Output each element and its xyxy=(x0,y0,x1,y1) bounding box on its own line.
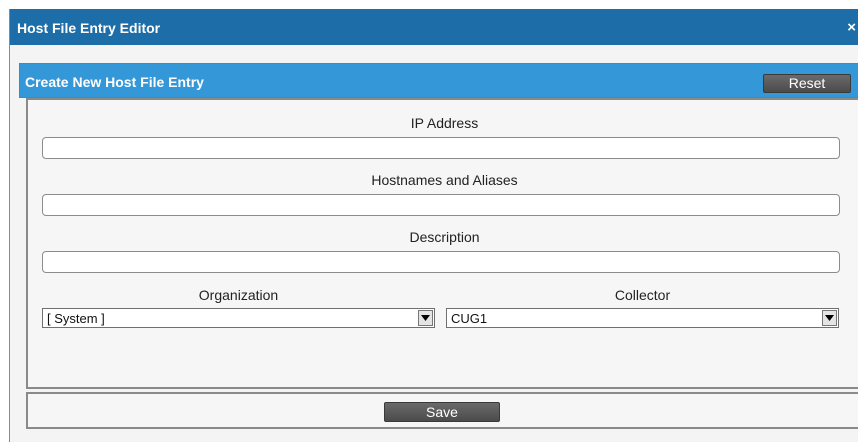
dropdown-arrow-icon[interactable] xyxy=(822,310,837,326)
dialog-title: Host File Entry Editor xyxy=(17,20,161,36)
dropdown-arrow-icon[interactable] xyxy=(418,310,433,326)
panel-header: Create New Host File Entry Reset xyxy=(19,63,858,98)
ip-address-input[interactable] xyxy=(42,137,840,159)
panel-title: Create New Host File Entry xyxy=(25,74,204,90)
collector-select[interactable]: CUG1 xyxy=(446,308,839,328)
save-bar: Save xyxy=(26,392,858,429)
hostnames-label: Hostnames and Aliases xyxy=(371,172,518,188)
host-file-entry-dialog: Host File Entry Editor × Create New Host… xyxy=(9,9,858,442)
collector-label: Collector xyxy=(614,287,671,303)
close-icon[interactable]: × xyxy=(847,19,856,36)
organization-selected-value: [ System ] xyxy=(47,311,105,326)
save-button[interactable]: Save xyxy=(384,402,500,422)
entry-form: IP Address Hostnames and Aliases Descrip… xyxy=(26,98,858,389)
organization-label: Organization xyxy=(198,287,279,303)
hostnames-input[interactable] xyxy=(42,194,840,216)
organization-select[interactable]: [ System ] xyxy=(42,308,435,328)
dialog-titlebar: Host File Entry Editor × xyxy=(10,9,858,45)
collector-selected-value: CUG1 xyxy=(451,311,488,326)
reset-button[interactable]: Reset xyxy=(763,74,851,93)
description-input[interactable] xyxy=(42,251,840,273)
ip-address-label: IP Address xyxy=(410,115,479,131)
description-label: Description xyxy=(409,229,480,245)
